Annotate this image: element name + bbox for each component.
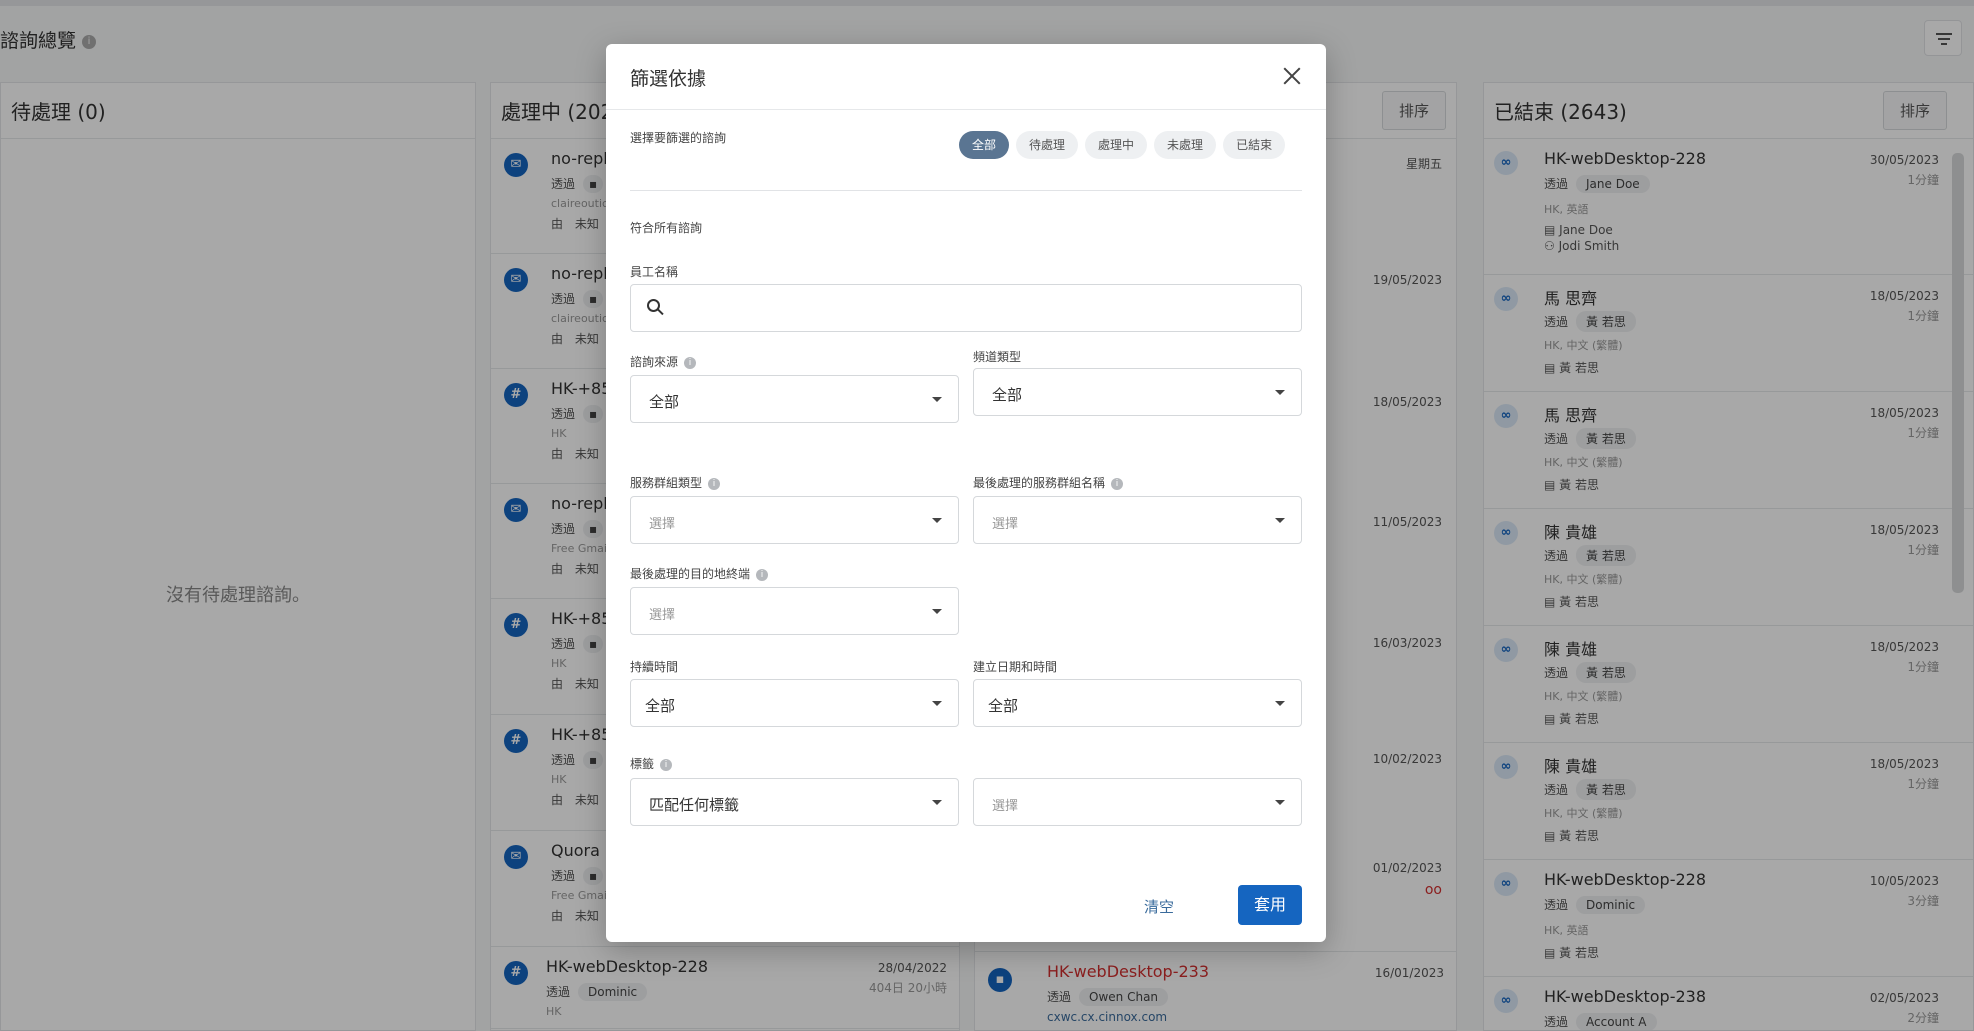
created-date-label: 建立日期和時間 bbox=[973, 660, 1058, 674]
select-inquiry-label: 選擇要篩選的諮詢 bbox=[630, 131, 727, 145]
group-type-select[interactable]: 選擇 bbox=[630, 496, 959, 544]
tags-select[interactable]: 選擇 bbox=[973, 778, 1302, 826]
chevron-down-icon bbox=[1275, 701, 1285, 706]
last-group-label: 最後處理的服務群組名稱 i bbox=[973, 474, 1124, 491]
chevron-down-icon bbox=[1275, 518, 1285, 523]
duration-select[interactable]: 全部 bbox=[630, 679, 959, 727]
chevron-down-icon bbox=[932, 397, 942, 402]
info-icon: i bbox=[1111, 477, 1124, 490]
status-chips: 全部 待處理 處理中 未處理 已結束 bbox=[959, 131, 1286, 159]
last-destination-label: 最後處理的目的地終端 i bbox=[630, 565, 769, 582]
staff-name-label: 員工名稱 bbox=[630, 265, 679, 279]
staff-search-input[interactable] bbox=[630, 284, 1302, 332]
last-group-select[interactable]: 選擇 bbox=[973, 496, 1302, 544]
tags-label: 標籤 i bbox=[630, 755, 673, 772]
chevron-down-icon bbox=[1275, 390, 1285, 395]
last-destination-select[interactable]: 選擇 bbox=[630, 587, 959, 635]
tags-match-select[interactable]: 匹配任何標籤 bbox=[630, 778, 959, 826]
close-icon[interactable] bbox=[1282, 66, 1302, 86]
filter-dialog: 篩選依據 選擇要篩選的諮詢 全部 待處理 處理中 未處理 已結束 符合所有諮詢 … bbox=[606, 44, 1326, 942]
dialog-title: 篩選依據 bbox=[630, 68, 707, 90]
chevron-down-icon bbox=[932, 800, 942, 805]
apply-button[interactable]: 套用 bbox=[1238, 885, 1302, 925]
duration-label: 持續時間 bbox=[630, 660, 679, 674]
info-icon: i bbox=[708, 477, 721, 490]
chip-all[interactable]: 全部 bbox=[959, 131, 1010, 159]
info-icon: i bbox=[684, 356, 697, 369]
info-icon: i bbox=[660, 758, 673, 771]
chip-pending[interactable]: 待處理 bbox=[1016, 131, 1079, 159]
chevron-down-icon bbox=[932, 609, 942, 614]
search-icon bbox=[647, 299, 665, 317]
group-type-label: 服務群組類型 i bbox=[630, 474, 721, 491]
source-select[interactable]: 全部 bbox=[630, 375, 959, 423]
chip-closed[interactable]: 已結束 bbox=[1223, 131, 1286, 159]
info-icon: i bbox=[756, 568, 769, 581]
channel-type-select[interactable]: 全部 bbox=[973, 368, 1302, 416]
clear-button[interactable]: 清空 bbox=[1144, 896, 1174, 917]
created-date-select[interactable]: 全部 bbox=[973, 679, 1302, 727]
chevron-down-icon bbox=[932, 701, 942, 706]
chevron-down-icon bbox=[932, 518, 942, 523]
chevron-down-icon bbox=[1275, 800, 1285, 805]
chip-unhandled[interactable]: 未處理 bbox=[1154, 131, 1217, 159]
channel-type-label: 頻道類型 bbox=[973, 350, 1022, 364]
match-all-label: 符合所有諮詢 bbox=[630, 221, 703, 235]
chip-in-progress[interactable]: 處理中 bbox=[1085, 131, 1148, 159]
dialog-header: 篩選依據 bbox=[606, 44, 1326, 110]
divider bbox=[630, 190, 1302, 191]
source-label: 諮詢來源 i bbox=[630, 353, 697, 370]
